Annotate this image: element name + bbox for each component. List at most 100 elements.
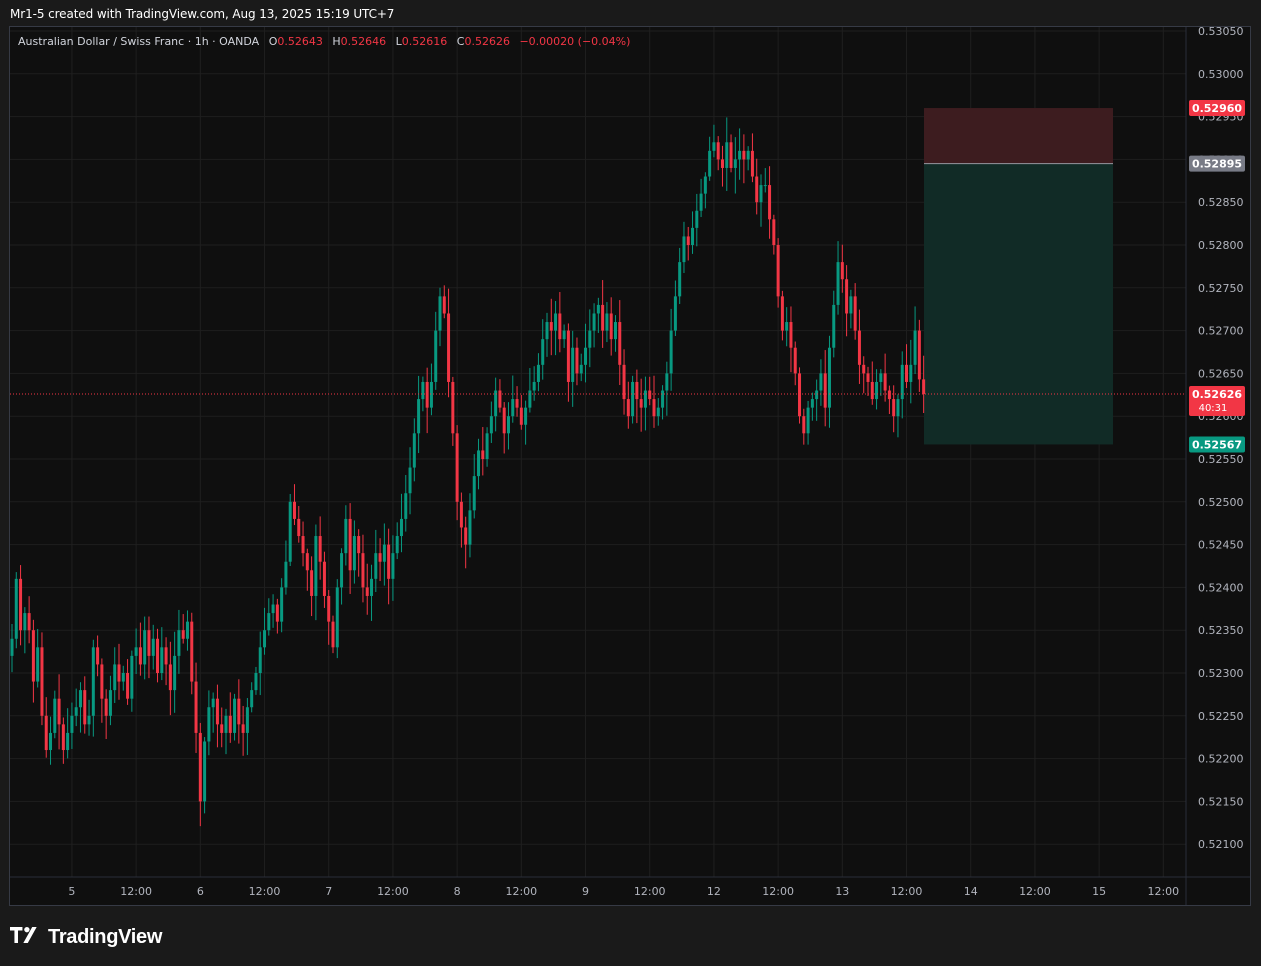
candle-body <box>905 364 909 382</box>
candle-body <box>609 313 613 340</box>
candle-body <box>528 390 532 408</box>
candle-body <box>438 296 442 331</box>
y-tick-label: 0.52800 <box>1198 239 1244 252</box>
candle-body <box>211 698 215 708</box>
candle-body <box>164 647 168 665</box>
candle-body <box>691 227 695 245</box>
target-price-tag-text: 0.52567 <box>1192 438 1242 451</box>
candle-body <box>310 570 314 596</box>
tradingview-logo-icon[interactable] <box>10 925 42 950</box>
candle-body <box>14 578 18 639</box>
candle-body <box>280 587 284 622</box>
candle-body <box>588 330 592 348</box>
candle-body <box>455 433 459 502</box>
candle-body <box>532 381 536 391</box>
candle-body <box>53 698 57 733</box>
bar-countdown: 40:31 <box>1199 403 1228 414</box>
candle-body <box>785 322 789 331</box>
candle-body <box>408 467 412 494</box>
candle-body <box>635 381 639 400</box>
candle-body <box>566 330 570 382</box>
candle-body <box>391 553 395 579</box>
candle-body <box>524 407 528 425</box>
candle-body <box>477 450 481 477</box>
candle-body <box>870 381 874 400</box>
symbol-legend[interactable]: Australian Dollar / Swiss Franc · 1h · O… <box>18 35 630 48</box>
y-tick-label: 0.53050 <box>1198 27 1244 38</box>
y-tick-label: 0.52250 <box>1198 710 1244 723</box>
price-chart[interactable]: 0.530500.530000.529500.529000.528500.528… <box>10 27 1250 905</box>
candle-body <box>519 407 523 425</box>
candle-body <box>618 322 622 365</box>
high-value: 0.52646 <box>340 35 387 48</box>
candle-body <box>789 322 793 348</box>
x-tick-label: 12:00 <box>1019 885 1051 898</box>
candle-body <box>472 476 476 511</box>
candle-body <box>181 630 185 639</box>
x-tick-label: 6 <box>197 885 204 898</box>
candle-body <box>147 630 151 656</box>
stop-loss-zone <box>924 108 1113 164</box>
candle-body <box>601 304 605 331</box>
candle-body <box>562 330 566 340</box>
candle-body <box>575 347 579 374</box>
candle-body <box>798 373 802 417</box>
candle-body <box>464 527 468 545</box>
candle-body <box>639 399 643 408</box>
candle-body <box>451 381 455 434</box>
candle-body <box>669 330 673 374</box>
candle-body <box>412 433 416 468</box>
candle-body <box>746 150 750 160</box>
candle-body <box>27 613 31 631</box>
candle-body <box>875 381 879 400</box>
candle-body <box>806 407 810 434</box>
candle-body <box>374 553 378 579</box>
candle-body <box>648 390 652 400</box>
candle-body <box>340 553 344 588</box>
candle-body <box>819 373 823 391</box>
y-tick-label: 0.52500 <box>1198 496 1244 509</box>
candle-body <box>827 347 831 408</box>
candle-body <box>498 390 502 408</box>
candle-body <box>91 647 95 716</box>
candle-body <box>19 578 23 631</box>
candle-body <box>224 715 228 733</box>
y-tick-label: 0.52700 <box>1198 325 1244 338</box>
candle-body <box>626 399 630 417</box>
candle-body <box>185 621 189 639</box>
entry-price-tag: 0.52895 <box>1189 155 1245 172</box>
candle-body <box>70 715 74 733</box>
x-tick-label: 12:00 <box>249 885 281 898</box>
candle-body <box>536 364 540 382</box>
candle-body <box>772 219 776 245</box>
candle-body <box>613 322 617 340</box>
candle-body <box>896 399 900 417</box>
candle-body <box>138 647 142 665</box>
x-tick-label: 15 <box>1092 885 1106 898</box>
candle-body <box>361 553 365 588</box>
candle-body <box>250 690 254 708</box>
candle-body <box>78 690 82 708</box>
candle-body <box>275 604 279 622</box>
candle-body <box>237 698 241 725</box>
x-tick-label: 8 <box>454 885 461 898</box>
candle-body <box>96 647 100 665</box>
candle-body <box>793 347 797 374</box>
candle-body <box>421 381 425 400</box>
candle-body <box>134 647 138 656</box>
candle-body <box>271 604 275 614</box>
candle-body <box>387 544 391 579</box>
symbol-title[interactable]: Australian Dollar / Swiss Franc · 1h · O… <box>18 35 259 48</box>
candle-body <box>922 379 926 394</box>
candle-body <box>258 647 262 673</box>
candle-body <box>113 664 117 691</box>
candle-body <box>228 715 232 733</box>
candle-body <box>459 501 463 528</box>
x-tick-label: 12:00 <box>120 885 152 898</box>
candle-body <box>776 245 780 297</box>
candle-body <box>263 630 267 648</box>
candle-body <box>173 655 177 691</box>
x-tick-label: 12:00 <box>505 885 537 898</box>
candle-body <box>31 630 35 682</box>
candle-body <box>682 236 686 263</box>
